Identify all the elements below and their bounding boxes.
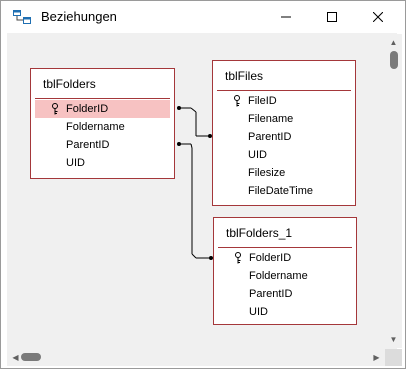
field-label: Foldername <box>249 270 308 282</box>
field-label: UID <box>248 149 267 161</box>
field-row[interactable]: FileDateTime <box>217 182 351 200</box>
field-label: FolderID <box>66 103 109 115</box>
minimize-button[interactable] <box>263 1 309 33</box>
field-row[interactable]: UID <box>218 303 352 321</box>
close-icon <box>373 12 383 22</box>
field-label: Filesize <box>248 167 286 179</box>
maximize-button[interactable] <box>309 1 355 33</box>
relationships-window: Beziehungen tblFolders FolderID Folderna… <box>0 0 406 369</box>
field-row[interactable]: FolderID <box>35 100 170 118</box>
vertical-scrollbar[interactable]: ▲ ▼ <box>385 34 402 348</box>
table-box-tblFolders[interactable]: tblFolders FolderID Foldername ParentID … <box>30 68 175 179</box>
divider <box>218 247 352 248</box>
field-row[interactable]: Filesize <box>217 164 351 182</box>
field-row[interactable]: FolderID <box>218 249 352 267</box>
field-row[interactable]: ParentID <box>35 136 170 154</box>
window-title: Beziehungen <box>41 9 117 24</box>
scroll-down-icon[interactable]: ▼ <box>385 331 402 348</box>
field-row[interactable]: Foldername <box>218 267 352 285</box>
key-icon <box>52 103 58 115</box>
horizontal-scrollbar[interactable]: ◀ ▶ <box>7 349 385 366</box>
table-box-tblFiles[interactable]: tblFiles FileID Filename ParentID UID Fi… <box>212 60 356 206</box>
scroll-thumb[interactable] <box>21 353 41 361</box>
scroll-right-icon[interactable]: ▶ <box>368 349 385 366</box>
field-row[interactable]: UID <box>35 154 170 172</box>
field-row[interactable]: Filename <box>217 110 351 128</box>
field-row[interactable]: UID <box>217 146 351 164</box>
key-icon <box>234 95 240 107</box>
table-title[interactable]: tblFolders_1 <box>214 218 356 246</box>
table-title[interactable]: tblFiles <box>213 61 355 89</box>
divider <box>35 98 170 99</box>
scroll-thumb[interactable] <box>390 51 398 69</box>
field-label: FileDateTime <box>248 185 313 197</box>
divider <box>217 90 351 91</box>
field-label: ParentID <box>248 131 292 143</box>
field-label: Filename <box>248 113 294 125</box>
maximize-icon <box>327 12 337 22</box>
field-label: ParentID <box>249 288 293 300</box>
close-button[interactable] <box>355 1 401 33</box>
minimize-icon <box>281 16 291 18</box>
table-box-tblFolders_1[interactable]: tblFolders_1 FolderID Foldername ParentI… <box>213 217 357 325</box>
field-label: FolderID <box>249 252 292 264</box>
field-label: FileID <box>248 95 277 107</box>
relationships-icon <box>13 10 31 24</box>
field-label: UID <box>66 157 85 169</box>
title-bar[interactable]: Beziehungen <box>1 1 405 33</box>
scrollbar-corner <box>385 349 402 366</box>
field-label: ParentID <box>66 139 110 151</box>
field-row[interactable]: FileID <box>217 92 351 110</box>
field-row[interactable]: ParentID <box>217 128 351 146</box>
field-label: Foldername <box>66 121 125 133</box>
field-row[interactable]: ParentID <box>218 285 352 303</box>
scroll-up-icon[interactable]: ▲ <box>385 34 402 51</box>
field-row[interactable]: Foldername <box>35 118 170 136</box>
field-label: UID <box>249 306 268 318</box>
table-title[interactable]: tblFolders <box>31 69 174 97</box>
key-icon <box>235 252 241 264</box>
